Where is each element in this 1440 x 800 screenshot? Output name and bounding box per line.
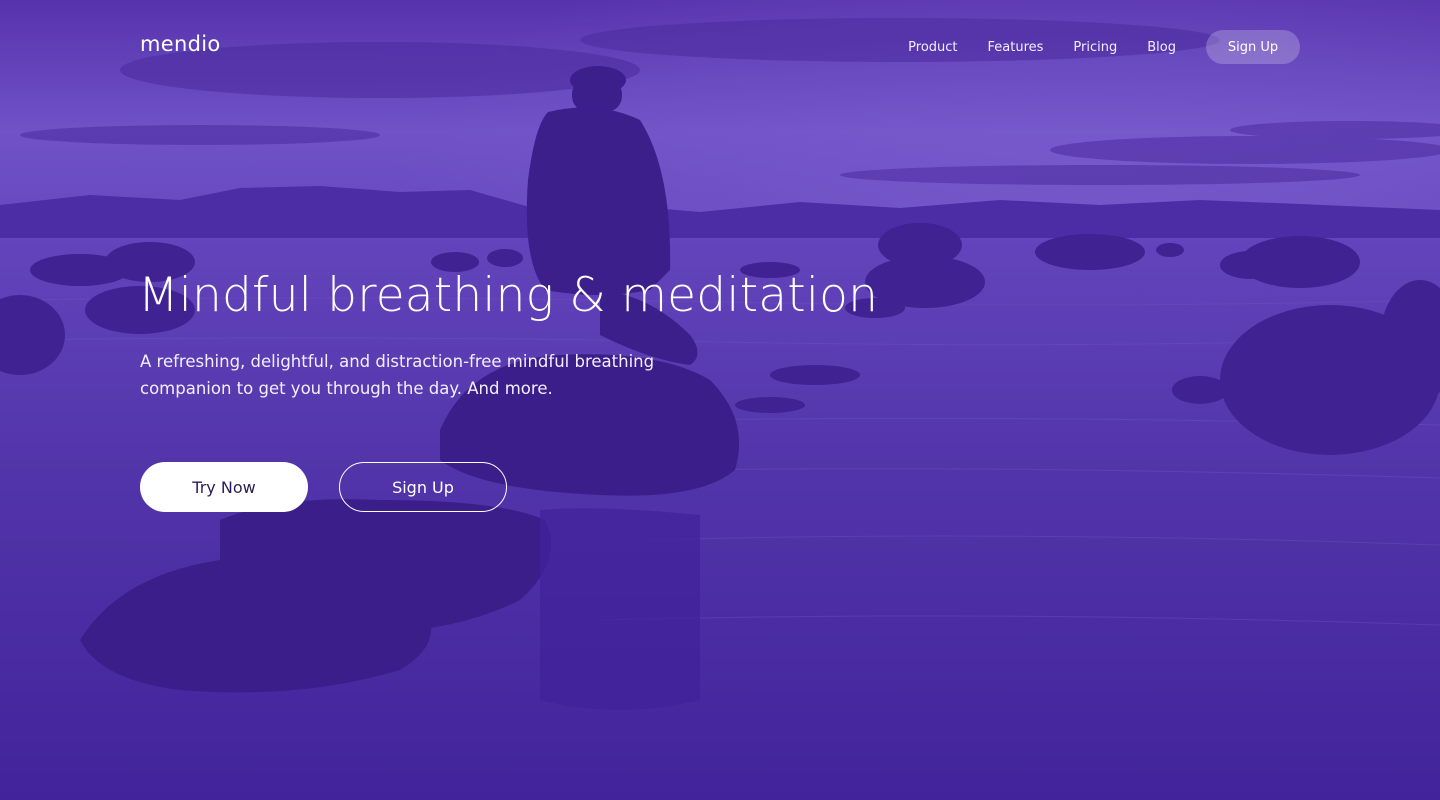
nav-signup-button[interactable]: Sign Up (1206, 30, 1300, 64)
try-now-button[interactable]: Try Now (140, 462, 308, 512)
brand-logo[interactable]: mendio (140, 32, 221, 56)
hero-signup-button[interactable]: Sign Up (339, 462, 507, 512)
hero-subtitle: A refreshing, delightful, and distractio… (140, 352, 655, 398)
nav-link-product[interactable]: Product (908, 40, 957, 55)
nav-link-blog[interactable]: Blog (1147, 40, 1176, 55)
nav-links: Product Features Pricing Blog Sign Up (908, 30, 1300, 64)
top-navigation: mendio Product Features Pricing Blog Sig… (140, 30, 1300, 64)
nav-link-pricing[interactable]: Pricing (1073, 40, 1117, 55)
nav-link-features[interactable]: Features (988, 40, 1044, 55)
hero-headline: Mindful breathing & meditation (138, 268, 879, 323)
